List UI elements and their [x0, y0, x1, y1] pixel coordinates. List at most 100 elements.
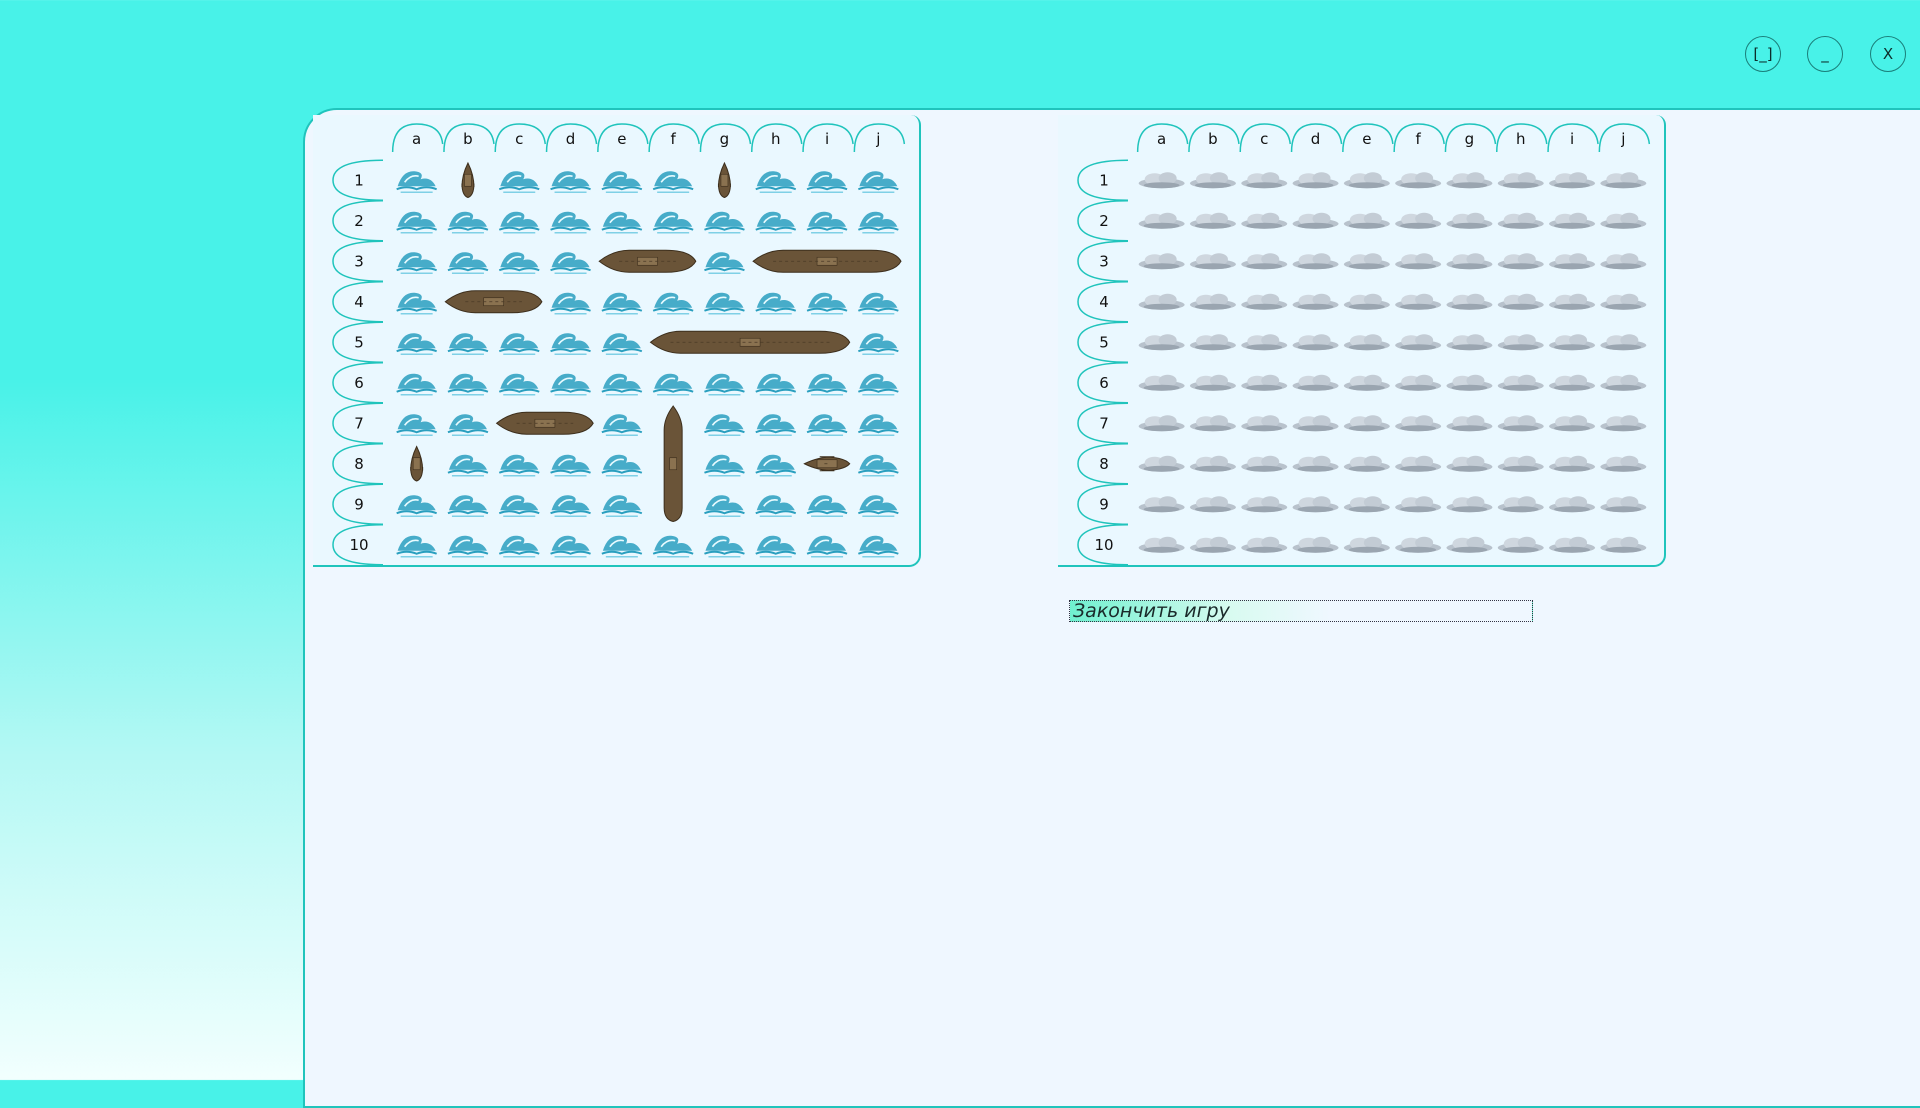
cloud-icon[interactable]	[1189, 536, 1236, 553]
cloud-icon[interactable]	[1395, 455, 1442, 472]
cloud-icon[interactable]	[1138, 334, 1185, 351]
cloud-icon[interactable]	[1395, 172, 1442, 189]
cloud-icon[interactable]	[1343, 415, 1390, 432]
cloud-icon[interactable]	[1241, 455, 1288, 472]
cloud-icon[interactable]	[1600, 496, 1647, 513]
cloud-icon[interactable]	[1549, 374, 1596, 391]
cloud-icon[interactable]	[1241, 212, 1288, 229]
cloud-icon[interactable]	[1292, 374, 1339, 391]
cloud-icon[interactable]	[1292, 334, 1339, 351]
cloud-icon[interactable]	[1189, 212, 1236, 229]
cloud-icon[interactable]	[1343, 455, 1390, 472]
cloud-icon[interactable]	[1292, 253, 1339, 270]
cloud-icon[interactable]	[1549, 253, 1596, 270]
cloud-icon[interactable]	[1189, 455, 1236, 472]
cloud-icon[interactable]	[1446, 172, 1493, 189]
cloud-icon[interactable]	[1600, 293, 1647, 310]
cloud-icon[interactable]	[1549, 172, 1596, 189]
cloud-icon[interactable]	[1189, 374, 1236, 391]
cloud-icon[interactable]	[1241, 172, 1288, 189]
cloud-icon[interactable]	[1292, 212, 1339, 229]
cloud-icon[interactable]	[1549, 455, 1596, 472]
cloud-icon[interactable]	[1292, 172, 1339, 189]
cloud-icon[interactable]	[1497, 293, 1544, 310]
cloud-icon[interactable]	[1395, 334, 1442, 351]
cloud-icon[interactable]	[1395, 293, 1442, 310]
cloud-icon[interactable]	[1600, 536, 1647, 553]
cloud-icon[interactable]	[1189, 293, 1236, 310]
cloud-icon[interactable]	[1138, 212, 1185, 229]
cloud-icon[interactable]	[1343, 536, 1390, 553]
cloud-icon[interactable]	[1600, 334, 1647, 351]
cloud-icon[interactable]	[1395, 212, 1442, 229]
cloud-icon[interactable]	[1497, 212, 1544, 229]
cloud-icon[interactable]	[1189, 496, 1236, 513]
cloud-icon[interactable]	[1600, 253, 1647, 270]
cloud-icon[interactable]	[1241, 293, 1288, 310]
cloud-icon[interactable]	[1241, 253, 1288, 270]
finish-game-button[interactable]: Закончить игру	[1069, 600, 1533, 622]
cloud-icon[interactable]	[1241, 536, 1288, 553]
cloud-icon[interactable]	[1600, 415, 1647, 432]
cloud-icon[interactable]	[1138, 536, 1185, 553]
maximize-button[interactable]: [_]	[1745, 36, 1781, 72]
cloud-icon[interactable]	[1292, 293, 1339, 310]
cloud-icon[interactable]	[1549, 293, 1596, 310]
cloud-icon[interactable]	[1549, 212, 1596, 229]
close-button[interactable]: X	[1870, 36, 1906, 72]
cloud-icon[interactable]	[1446, 536, 1493, 553]
cloud-icon[interactable]	[1446, 293, 1493, 310]
minimize-button[interactable]: _	[1807, 36, 1843, 72]
cloud-icon[interactable]	[1138, 293, 1185, 310]
cloud-icon[interactable]	[1138, 374, 1185, 391]
cloud-icon[interactable]	[1395, 536, 1442, 553]
cloud-icon[interactable]	[1395, 253, 1442, 270]
cloud-icon[interactable]	[1343, 253, 1390, 270]
cloud-icon[interactable]	[1446, 334, 1493, 351]
cloud-icon[interactable]	[1549, 415, 1596, 432]
cloud-icon[interactable]	[1343, 334, 1390, 351]
cloud-icon[interactable]	[1189, 334, 1236, 351]
cloud-icon[interactable]	[1395, 496, 1442, 513]
cloud-icon[interactable]	[1343, 172, 1390, 189]
cloud-icon[interactable]	[1600, 172, 1647, 189]
cloud-icon[interactable]	[1292, 455, 1339, 472]
cloud-icon[interactable]	[1497, 172, 1544, 189]
cloud-icon[interactable]	[1241, 374, 1288, 391]
cloud-icon[interactable]	[1497, 253, 1544, 270]
cloud-icon[interactable]	[1497, 536, 1544, 553]
cloud-icon[interactable]	[1549, 536, 1596, 553]
cloud-icon[interactable]	[1241, 334, 1288, 351]
cloud-icon[interactable]	[1600, 374, 1647, 391]
cloud-icon[interactable]	[1241, 496, 1288, 513]
cloud-icon[interactable]	[1292, 536, 1339, 553]
cloud-icon[interactable]	[1600, 455, 1647, 472]
cloud-icon[interactable]	[1138, 172, 1185, 189]
cloud-icon[interactable]	[1446, 253, 1493, 270]
cloud-icon[interactable]	[1343, 374, 1390, 391]
cloud-icon[interactable]	[1241, 415, 1288, 432]
cloud-icon[interactable]	[1446, 374, 1493, 391]
cloud-icon[interactable]	[1497, 374, 1544, 391]
cloud-icon[interactable]	[1549, 334, 1596, 351]
cloud-icon[interactable]	[1138, 415, 1185, 432]
cloud-icon[interactable]	[1446, 415, 1493, 432]
cloud-icon[interactable]	[1138, 253, 1185, 270]
cloud-icon[interactable]	[1446, 212, 1493, 229]
cloud-icon[interactable]	[1549, 496, 1596, 513]
cloud-icon[interactable]	[1343, 293, 1390, 310]
cloud-icon[interactable]	[1189, 253, 1236, 270]
cloud-icon[interactable]	[1497, 455, 1544, 472]
cloud-icon[interactable]	[1600, 212, 1647, 229]
cloud-icon[interactable]	[1446, 455, 1493, 472]
cloud-icon[interactable]	[1497, 496, 1544, 513]
cloud-icon[interactable]	[1395, 374, 1442, 391]
cloud-icon[interactable]	[1189, 415, 1236, 432]
cloud-icon[interactable]	[1497, 415, 1544, 432]
cloud-icon[interactable]	[1138, 455, 1185, 472]
cloud-icon[interactable]	[1497, 334, 1544, 351]
cloud-icon[interactable]	[1138, 496, 1185, 513]
cloud-icon[interactable]	[1343, 212, 1390, 229]
cloud-icon[interactable]	[1446, 496, 1493, 513]
cloud-icon[interactable]	[1343, 496, 1390, 513]
